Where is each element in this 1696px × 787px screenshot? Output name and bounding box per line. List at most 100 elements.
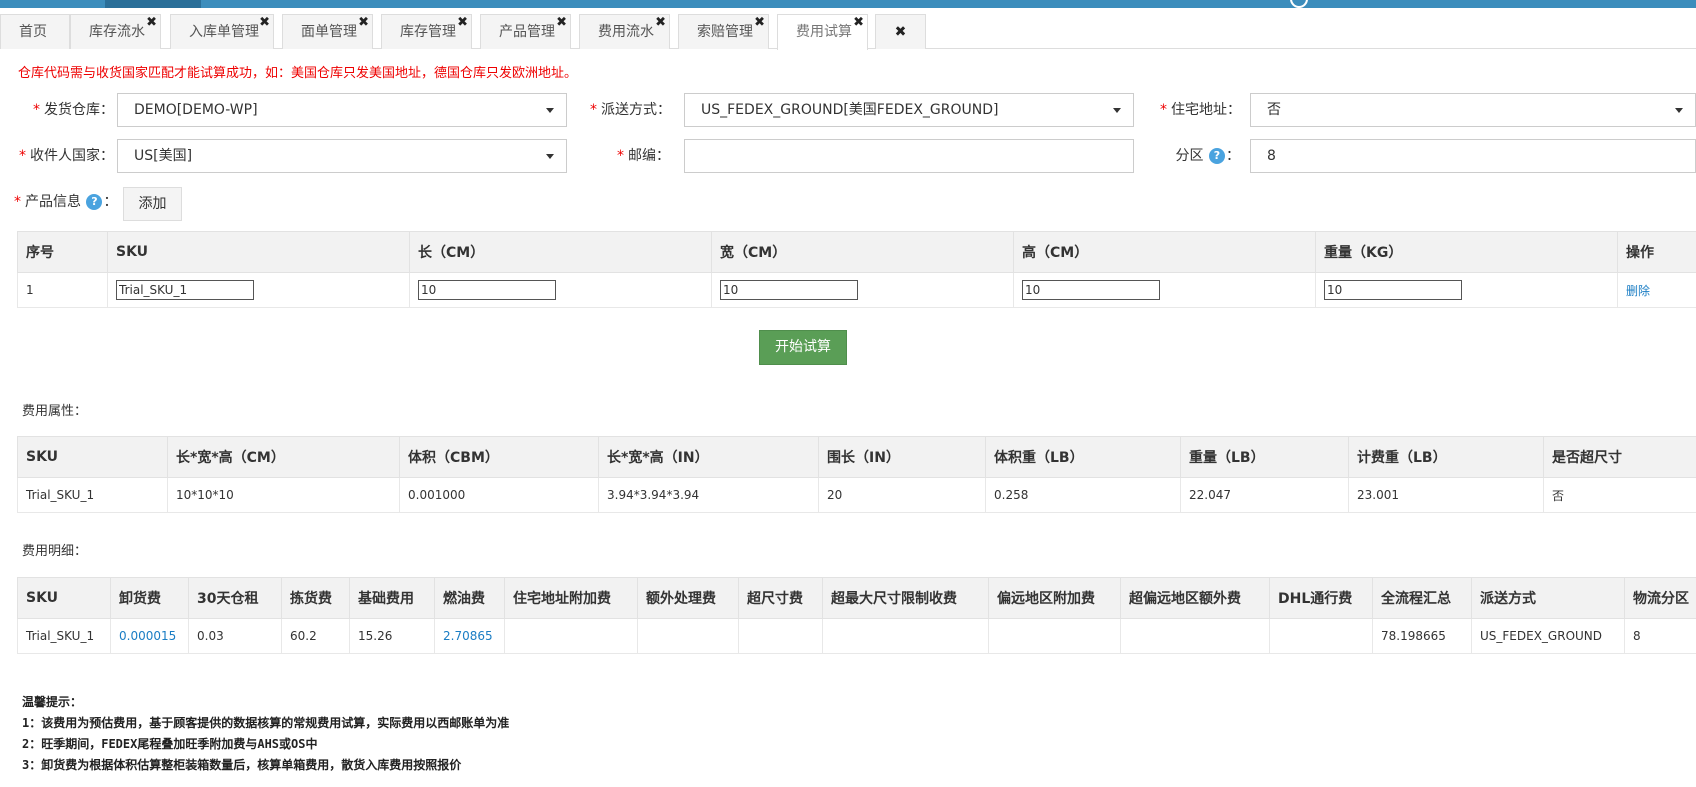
col-header: 长*宽*高（IN）: [598, 436, 819, 478]
close-icon[interactable]: ✖: [754, 5, 765, 40]
label-text: 分区: [1175, 148, 1204, 164]
table-cell: 3.94*3.94*3.94: [598, 477, 819, 513]
col-header: 额外处理费: [637, 577, 739, 619]
close-icon[interactable]: ✖: [358, 5, 369, 40]
tab-product-management[interactable]: 产品管理 ✖: [480, 14, 571, 49]
fee-details-table: SKU 卸货费 30天仓租 拣货费 基础费用 燃油费 住宅地址附加费 额外处理费…: [17, 577, 1696, 654]
shipping-method-select[interactable]: US_FEDEX_GROUND[美国FEDEX_GROUND]: [684, 93, 1134, 127]
close-icon[interactable]: ✖: [655, 5, 666, 40]
zip-input[interactable]: [684, 139, 1134, 173]
length-input[interactable]: [418, 280, 556, 300]
weight-input[interactable]: [1324, 280, 1462, 300]
col-header: 全流程汇总: [1372, 577, 1472, 619]
table-cell: 0.03: [188, 618, 282, 654]
sku-input[interactable]: [116, 280, 254, 300]
col-header: 计费重（LB）: [1348, 436, 1544, 478]
help-icon[interactable]: ?: [86, 194, 103, 210]
select-value: US[美国]: [134, 148, 193, 164]
col-header: 30天仓租: [188, 577, 282, 619]
col-header: SKU: [107, 231, 410, 273]
fee-attributes-table: SKU 长*宽*高（CM） 体积（CBM） 长*宽*高（IN） 围长（IN） 体…: [17, 436, 1696, 513]
label-text: 派送方式：: [601, 102, 671, 118]
tab-label: 库存流水: [89, 24, 145, 40]
country-label: * 收件人国家：: [14, 139, 114, 173]
col-header: DHL通行费: [1269, 577, 1373, 619]
user-avatar-icon[interactable]: [1290, 0, 1308, 8]
table-header-row: 序号 SKU 长（CM） 宽（CM） 高（CM） 重量（KG） 操作: [17, 231, 1696, 273]
warehouse-select[interactable]: DEMO[DEMO-WP]: [117, 93, 567, 127]
col-header: 体积重（LB）: [985, 436, 1181, 478]
close-icon[interactable]: ✖: [259, 5, 270, 40]
zone-input[interactable]: 8: [1250, 139, 1696, 173]
table-cell: 0.001000: [399, 477, 599, 513]
table-cell: US_FEDEX_GROUND: [1471, 618, 1625, 654]
table-cell: Trial_SKU_1: [17, 477, 168, 513]
chevron-down-icon: [546, 154, 554, 159]
label-text: 住宅地址：: [1171, 102, 1241, 118]
chevron-down-icon: [1675, 108, 1683, 113]
table-cell: 8: [1624, 618, 1696, 654]
tips-block: 温馨提示： 1：该费用为预估费用，基于顾客提供的数据核算的常规费用试算，实际费用…: [22, 692, 509, 776]
col-header: 偏远地区附加费: [988, 577, 1121, 619]
table-header-row: SKU 卸货费 30天仓租 拣货费 基础费用 燃油费 住宅地址附加费 额外处理费…: [17, 577, 1696, 619]
fee-attributes-title: 费用属性：: [22, 404, 88, 419]
close-icon[interactable]: ✖: [556, 5, 567, 40]
select-value: 否: [1267, 102, 1281, 118]
label-colon: ：: [1226, 148, 1240, 164]
close-icon[interactable]: ✖: [853, 5, 864, 40]
tab-claims[interactable]: 索赔管理 ✖: [678, 14, 769, 49]
top-header-bar: [0, 0, 1696, 8]
country-select[interactable]: US[美国]: [117, 139, 567, 173]
col-header: 住宅地址附加费: [504, 577, 638, 619]
col-header: 高（CM）: [1013, 231, 1316, 273]
tab-label-management[interactable]: 面单管理 ✖: [282, 14, 373, 49]
required-mark: *: [1160, 102, 1167, 118]
tab-fee-trial[interactable]: 费用试算 ✖: [777, 14, 868, 50]
height-input[interactable]: [1022, 280, 1160, 300]
close-icon[interactable]: ✖: [457, 5, 468, 40]
col-header: 是否超尺寸: [1543, 436, 1696, 478]
close-all-tabs-button[interactable]: ✖: [875, 14, 926, 49]
tab-fee-flow[interactable]: 费用流水 ✖: [579, 14, 670, 49]
table-cell: [504, 618, 638, 654]
residential-label: * 住宅地址：: [1160, 93, 1241, 127]
col-header: 派送方式: [1471, 577, 1625, 619]
tab-home[interactable]: 首页: [0, 14, 70, 49]
tab-inventory-flow[interactable]: 库存流水 ✖: [70, 14, 161, 49]
label-text: 产品信息: [25, 194, 81, 210]
delete-link[interactable]: 删除: [1617, 272, 1696, 308]
required-mark: *: [19, 148, 26, 164]
height-cell: [1013, 272, 1316, 308]
fee-details-title: 费用明细：: [22, 544, 88, 559]
table-cell: 60.2: [281, 618, 350, 654]
zone-label: 分区 ?：: [1160, 139, 1240, 173]
close-icon[interactable]: ✖: [146, 5, 157, 40]
unloading-fee-link[interactable]: 0.000015: [110, 618, 189, 654]
residential-select[interactable]: 否: [1250, 93, 1696, 127]
add-product-button[interactable]: 添加: [123, 187, 182, 221]
col-header: 体积（CBM）: [399, 436, 599, 478]
close-all-icon: ✖: [894, 24, 907, 40]
fuel-fee-link[interactable]: 2.70865: [434, 618, 505, 654]
col-header: 围长（IN）: [818, 436, 986, 478]
table-row: 1 删除: [17, 272, 1696, 308]
tips-line: 1：该费用为预估费用，基于顾客提供的数据核算的常规费用试算，实际费用以西邮账单为…: [22, 716, 510, 730]
row-index: 1: [17, 272, 108, 308]
tab-inventory-management[interactable]: 库存管理 ✖: [381, 14, 472, 49]
width-input[interactable]: [720, 280, 858, 300]
table-cell: Trial_SKU_1: [17, 618, 111, 654]
col-header: 重量（KG）: [1315, 231, 1618, 273]
sku-cell: [107, 272, 410, 308]
col-header: 基础费用: [349, 577, 435, 619]
width-cell: [711, 272, 1014, 308]
tips-line: 2：旺季期间，FEDEX尾程叠加旺季附加费与AHS或OS中: [22, 737, 318, 751]
help-icon[interactable]: ?: [1209, 148, 1225, 164]
start-trial-button[interactable]: 开始试算: [759, 330, 847, 365]
table-header-row: SKU 长*宽*高（CM） 体积（CBM） 长*宽*高（IN） 围长（IN） 体…: [17, 436, 1696, 478]
table-cell: 0.258: [985, 477, 1181, 513]
col-header: 序号: [17, 231, 108, 273]
required-mark: *: [14, 194, 21, 210]
table-cell: 20: [818, 477, 986, 513]
col-header: 超偏远地区额外费: [1120, 577, 1270, 619]
tab-inbound-orders[interactable]: 入库单管理 ✖: [170, 14, 274, 49]
